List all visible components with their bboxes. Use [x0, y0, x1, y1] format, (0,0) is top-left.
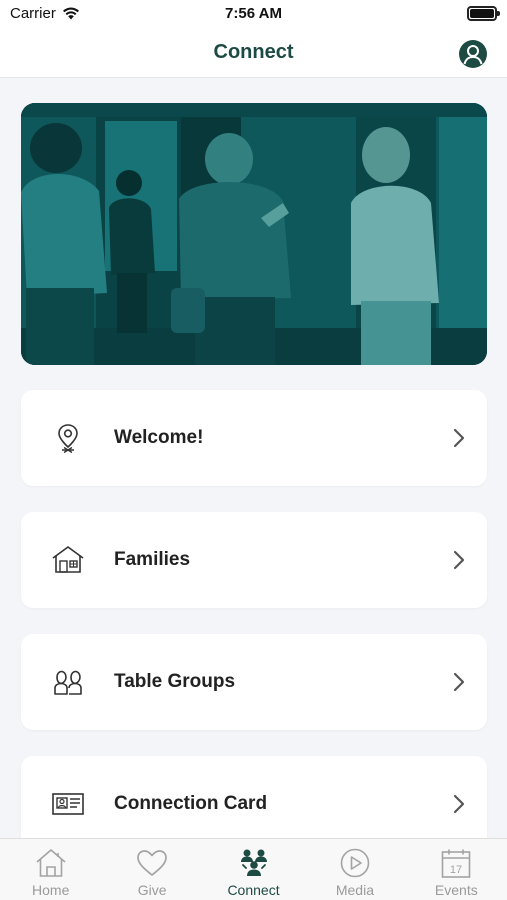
tab-bar: Home Give Connect Media 17 Events	[0, 838, 507, 900]
menu-item-table-groups[interactable]: Table Groups	[21, 634, 487, 730]
tab-events[interactable]: 17 Events	[406, 839, 507, 900]
tab-label: Connect	[227, 882, 280, 898]
page-title: Connect	[213, 41, 294, 63]
navigation-bar: Connect	[0, 28, 507, 78]
tab-home[interactable]: Home	[0, 839, 101, 900]
status-bar: Carrier 7:56 AM	[0, 0, 507, 28]
profile-button[interactable]	[459, 40, 487, 68]
calendar-date-badge: 17	[450, 864, 462, 876]
person-circle-icon	[463, 45, 483, 65]
status-time: 7:56 AM	[225, 5, 282, 22]
tab-give[interactable]: Give	[101, 839, 202, 900]
location-pin-icon	[58, 424, 78, 454]
tab-media[interactable]: Media	[304, 839, 405, 900]
heart-icon	[137, 850, 167, 876]
hero-image	[21, 103, 487, 365]
house-icon	[52, 546, 84, 573]
tab-label: Media	[335, 882, 374, 898]
menu-item-label: Connection Card	[114, 793, 268, 814]
menu-item-welcome[interactable]: Welcome!	[21, 390, 487, 486]
menu-item-label: Welcome!	[114, 427, 204, 448]
chevron-right-icon	[453, 550, 465, 570]
play-circle-icon	[340, 848, 370, 878]
tab-label: Give	[137, 882, 167, 898]
people-icon	[54, 670, 82, 695]
app-screen: Carrier 7:56 AM Connect Welcome! Familie…	[0, 0, 507, 900]
home-icon	[36, 849, 66, 877]
tab-connect[interactable]: Connect	[203, 839, 304, 900]
calendar-icon: 17	[442, 849, 471, 878]
group-icon	[240, 849, 267, 876]
id-card-icon	[52, 793, 84, 815]
chevron-right-icon	[453, 672, 465, 692]
chevron-right-icon	[453, 794, 465, 814]
tab-label: Events	[434, 882, 478, 898]
battery-icon	[467, 6, 500, 21]
menu-item-label: Table Groups	[114, 671, 236, 692]
hero-photo	[21, 103, 487, 365]
chevron-right-icon	[453, 428, 465, 448]
tab-label: Home	[32, 882, 70, 898]
menu-item-label: Families	[114, 549, 191, 570]
menu-item-families[interactable]: Families	[21, 512, 487, 608]
